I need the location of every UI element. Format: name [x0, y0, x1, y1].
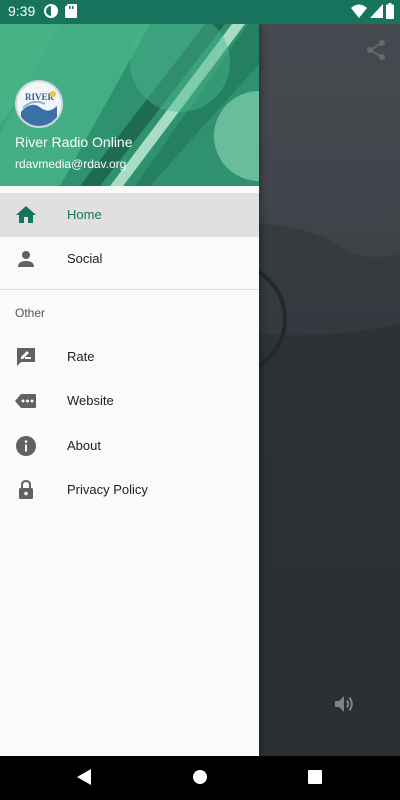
recents-icon[interactable]	[308, 770, 322, 784]
rate-review-icon	[17, 348, 35, 366]
data-saver-icon	[44, 4, 58, 18]
drawer-item-label: Rate	[67, 349, 95, 364]
drawer-item-privacy-policy[interactable]: Privacy Policy	[0, 468, 259, 512]
drawer-header: RIVER River Radio Online rdavmedia@rdav.…	[0, 24, 259, 186]
navigation-drawer: RIVER River Radio Online rdavmedia@rdav.…	[0, 24, 259, 756]
header-separator	[0, 186, 259, 192]
home-nav-icon[interactable]	[192, 769, 208, 785]
drawer-item-home[interactable]: Home	[0, 193, 259, 237]
drawer-item-label: About	[67, 438, 101, 453]
battery-icon	[386, 3, 394, 19]
back-icon[interactable]	[76, 768, 92, 786]
app-name: River Radio Online	[15, 134, 133, 150]
lock-icon	[19, 479, 33, 499]
drawer-item-about[interactable]: About	[0, 424, 259, 468]
avatar: RIVER	[15, 80, 63, 128]
home-icon	[16, 206, 36, 223]
section-header-other: Other	[15, 306, 46, 320]
signal-icon	[370, 4, 383, 18]
web-tag-icon	[15, 394, 36, 408]
drawer-item-label: Privacy Policy	[67, 482, 148, 497]
info-icon	[16, 436, 36, 456]
drawer-item-rate[interactable]: Rate	[0, 335, 259, 379]
status-time: 9:39	[8, 3, 36, 19]
drawer-item-website[interactable]: Website	[0, 379, 259, 423]
drawer-item-label: Social	[67, 251, 103, 266]
drawer-divider	[0, 289, 259, 290]
status-bar: 9:39	[0, 0, 400, 24]
system-navigation-bar	[0, 756, 400, 800]
river-radio-logo: RIVER	[17, 82, 61, 126]
person-icon	[18, 251, 34, 267]
drawer-item-label: Home	[67, 207, 102, 222]
drawer-item-label: Website	[67, 393, 114, 408]
drawer-item-social[interactable]: Social	[0, 237, 259, 281]
account-email: rdavmedia@rdav.org	[15, 157, 127, 171]
sd-card-icon	[65, 4, 77, 18]
wifi-icon	[351, 4, 367, 18]
drawer-scrim[interactable]	[259, 24, 400, 756]
